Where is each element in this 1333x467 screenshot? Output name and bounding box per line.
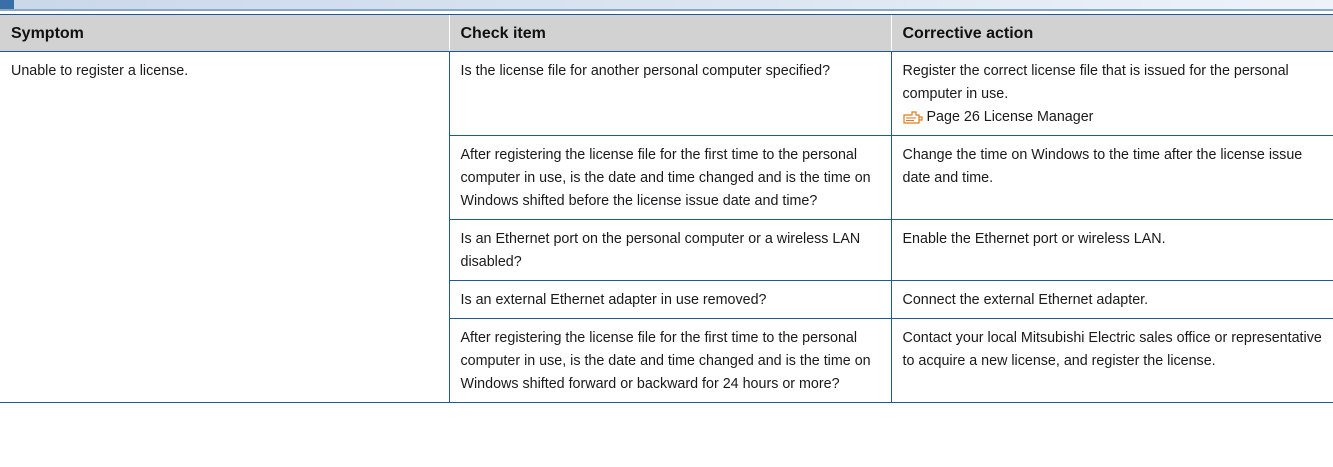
check-item-cell: Is an Ethernet port on the personal comp… — [448, 219, 891, 281]
check-item-cell: After registering the license file for t… — [448, 135, 891, 220]
header-row: Symptom Check item Corrective action — [0, 14, 1333, 52]
corrective-action-text: Register the correct license file that i… — [902, 63, 1289, 102]
check-item-text: Is an external Ethernet adapter in use r… — [460, 292, 767, 308]
corrective-action-cell: Contact your local Mitsubishi Electric s… — [890, 318, 1333, 403]
header-corrective-action: Corrective action — [890, 14, 1333, 52]
table-body: Unable to register a license. Is the lic… — [0, 51, 1333, 403]
troubleshooting-table: Symptom Check item Corrective action Una… — [0, 14, 1333, 403]
symptom-text: Unable to register a license. — [11, 63, 189, 79]
check-item-text: Is an Ethernet port on the personal comp… — [460, 231, 861, 270]
corrective-action-cell: Change the time on Windows to the time a… — [890, 135, 1333, 220]
section-heading-rule — [0, 9, 1333, 11]
corrective-action-cell: Connect the external Ethernet adapter. — [890, 280, 1333, 319]
corrective-action-text: Change the time on Windows to the time a… — [902, 147, 1303, 186]
table-row: Unable to register a license. Is the lic… — [0, 51, 1333, 403]
page-reference-link[interactable]: Page 26 License Manager — [902, 106, 1323, 129]
symptom-cell: Unable to register a license. — [0, 51, 449, 403]
page-reference-icon — [902, 110, 923, 125]
corrective-action-text: Connect the external Ethernet adapter. — [902, 292, 1149, 308]
corrective-action-cell: Register the correct license file that i… — [890, 51, 1333, 136]
section-heading-band — [0, 0, 1333, 9]
header-check-item: Check item — [448, 14, 891, 52]
section-heading-marker — [0, 0, 14, 9]
corrective-action-text: Enable the Ethernet port or wireless LAN… — [902, 231, 1166, 247]
corrective-action-cell: Enable the Ethernet port or wireless LAN… — [890, 219, 1333, 281]
corrective-action-text: Contact your local Mitsubishi Electric s… — [902, 330, 1322, 369]
table-header: Symptom Check item Corrective action — [0, 14, 1333, 52]
header-symptom: Symptom — [0, 14, 449, 52]
check-item-cell: After registering the license file for t… — [448, 318, 891, 403]
check-item-text: Is the license file for another personal… — [460, 63, 831, 79]
check-item-cell: Is an external Ethernet adapter in use r… — [448, 280, 891, 319]
check-item-cell: Is the license file for another personal… — [448, 51, 891, 136]
check-item-text: After registering the license file for t… — [460, 330, 871, 392]
check-item-text: After registering the license file for t… — [460, 147, 871, 209]
page-reference-text: Page 26 License Manager — [926, 109, 1094, 125]
